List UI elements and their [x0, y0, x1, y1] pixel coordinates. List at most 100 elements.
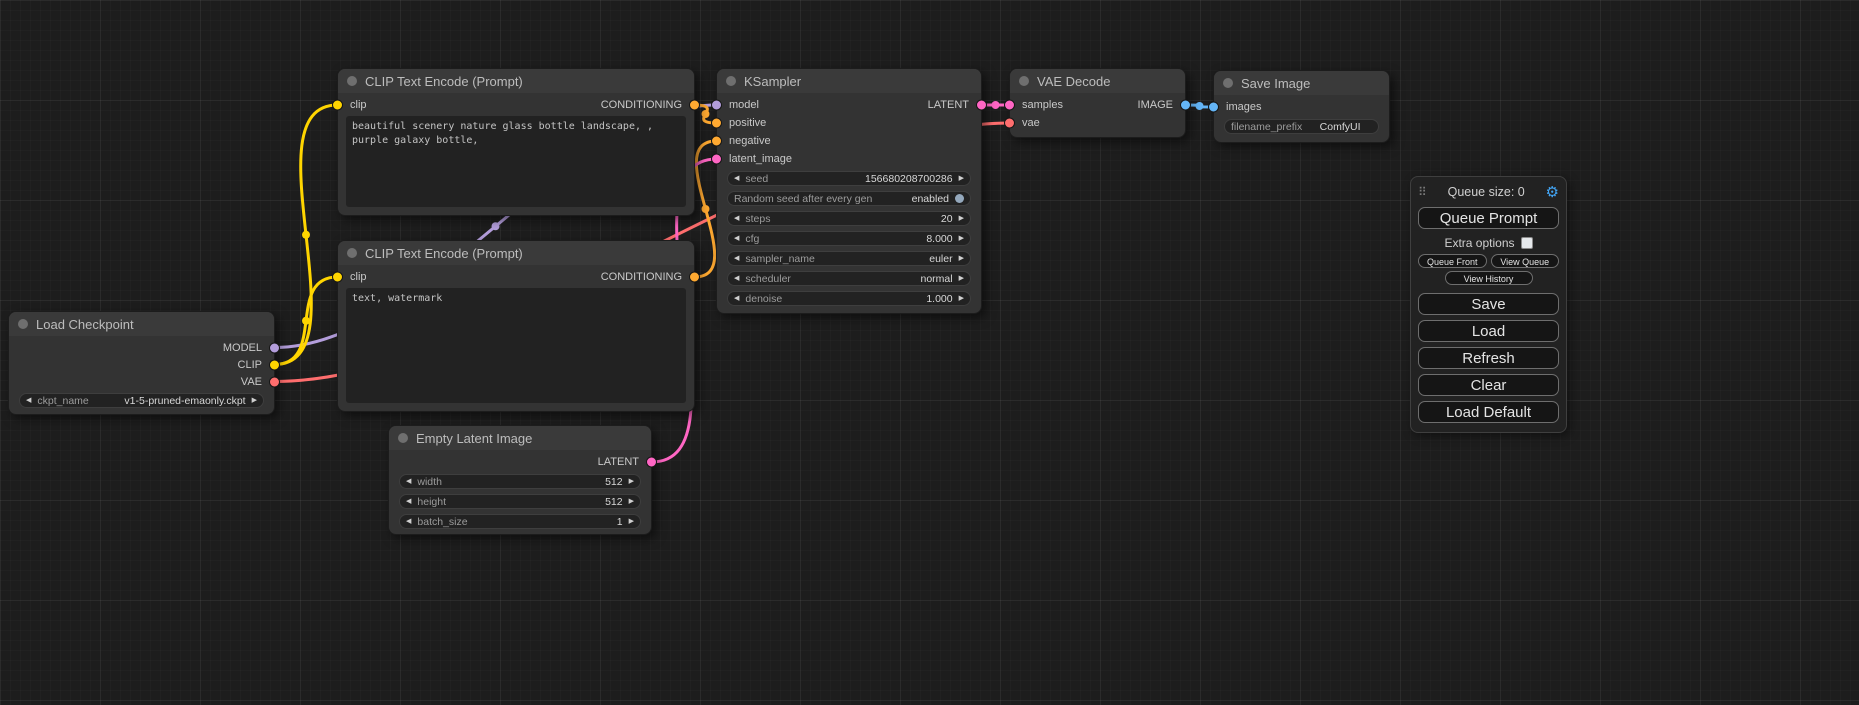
decrement-arrow-icon[interactable]: ◀ — [406, 518, 411, 525]
node-title-bar[interactable]: Empty Latent Image — [389, 426, 651, 450]
collapse-toggle-dot[interactable] — [1019, 76, 1029, 86]
clip-input-dot[interactable] — [332, 272, 343, 283]
decrement-arrow-icon[interactable]: ◀ — [406, 478, 411, 485]
node-load-checkpoint[interactable]: Load Checkpoint MODEL CLIP VAE ◀ ckpt_na… — [8, 311, 275, 415]
widget-filename-prefix[interactable]: filename_prefix ComfyUI — [1224, 119, 1379, 134]
vae-input-dot[interactable] — [1004, 118, 1015, 129]
node-title-bar[interactable]: VAE Decode — [1010, 69, 1185, 93]
positive-input-dot[interactable] — [711, 118, 722, 129]
increment-arrow-icon[interactable]: ▶ — [629, 518, 634, 525]
increment-arrow-icon[interactable]: ▶ — [629, 478, 634, 485]
model-output-dot[interactable] — [269, 342, 280, 353]
widget-batch-size[interactable]: ◀ batch_size 1 ▶ — [399, 514, 641, 529]
collapse-toggle-dot[interactable] — [347, 248, 357, 258]
node-graph-canvas[interactable]: Load Checkpoint MODEL CLIP VAE ◀ ckpt_na… — [0, 0, 1859, 705]
clip-output-dot[interactable] — [269, 359, 280, 370]
decrement-arrow-icon[interactable]: ◀ — [734, 255, 739, 262]
collapse-toggle-dot[interactable] — [1223, 78, 1233, 88]
decrement-arrow-icon[interactable]: ◀ — [734, 235, 739, 242]
decrement-arrow-icon[interactable]: ◀ — [734, 295, 739, 302]
widget-steps[interactable]: ◀ steps 20 ▶ — [727, 211, 971, 226]
node-title-bar[interactable]: CLIP Text Encode (Prompt) — [338, 69, 694, 93]
widget-label: seed — [745, 173, 768, 185]
node-clip-text-encode-negative[interactable]: CLIP Text Encode (Prompt) clip CONDITION… — [337, 240, 695, 412]
collapse-toggle-dot[interactable] — [398, 433, 408, 443]
node-vae-decode[interactable]: VAE Decode samples IMAGE vae — [1009, 68, 1186, 138]
collapse-toggle-dot[interactable] — [726, 76, 736, 86]
queue-front-button[interactable]: Queue Front — [1418, 254, 1487, 268]
widget-label: height — [417, 496, 446, 508]
conditioning-output-dot[interactable] — [689, 272, 700, 283]
node-title-bar[interactable]: KSampler — [717, 69, 981, 93]
samples-input-dot[interactable] — [1004, 100, 1015, 111]
increment-arrow-icon[interactable]: ▶ — [959, 255, 964, 262]
conditioning-output-dot[interactable] — [689, 100, 700, 111]
increment-arrow-icon[interactable]: ▶ — [959, 175, 964, 182]
view-history-button[interactable]: View History — [1445, 271, 1533, 285]
widget-label: batch_size — [417, 516, 467, 528]
widget-ckpt-name[interactable]: ◀ ckpt_name v1-5-pruned-emaonly.ckpt ▶ — [19, 393, 264, 408]
increment-arrow-icon[interactable]: ▶ — [959, 235, 964, 242]
load-button[interactable]: Load — [1418, 320, 1559, 342]
save-button[interactable]: Save — [1418, 293, 1559, 315]
refresh-button[interactable]: Refresh — [1418, 347, 1559, 369]
decrement-arrow-icon[interactable]: ◀ — [734, 175, 739, 182]
widget-denoise[interactable]: ◀ denoise 1.000 ▶ — [727, 291, 971, 306]
extra-options-label: Extra options — [1444, 236, 1514, 250]
extra-options-checkbox[interactable] — [1521, 237, 1533, 249]
queue-size-label: Queue size: 0 — [1427, 185, 1546, 199]
node-empty-latent-image[interactable]: Empty Latent Image LATENT ◀ width 512 ▶ … — [388, 425, 652, 535]
widget-height[interactable]: ◀ height 512 ▶ — [399, 494, 641, 509]
widget-value: enabled — [878, 193, 949, 205]
latent-output-dot[interactable] — [976, 100, 987, 111]
clear-button[interactable]: Clear — [1418, 374, 1559, 396]
widget-scheduler[interactable]: ◀ scheduler normal ▶ — [727, 271, 971, 286]
negative-input-dot[interactable] — [711, 136, 722, 147]
increment-arrow-icon[interactable]: ▶ — [959, 275, 964, 282]
queue-panel[interactable]: ⠿ Queue size: 0 ⚙ Queue Prompt Extra opt… — [1410, 176, 1567, 433]
model-input-dot[interactable] — [711, 100, 722, 111]
increment-arrow-icon[interactable]: ▶ — [629, 498, 634, 505]
image-output-dot[interactable] — [1180, 100, 1191, 111]
clip-input-dot[interactable] — [332, 100, 343, 111]
node-clip-text-encode-positive[interactable]: CLIP Text Encode (Prompt) clip CONDITION… — [337, 68, 695, 216]
widget-cfg[interactable]: ◀ cfg 8.000 ▶ — [727, 231, 971, 246]
load-default-button[interactable]: Load Default — [1418, 401, 1559, 423]
widget-label: steps — [745, 213, 770, 225]
node-title: CLIP Text Encode (Prompt) — [365, 246, 523, 261]
latent-image-input-dot[interactable] — [711, 154, 722, 165]
clip-input-label: clip — [350, 99, 367, 111]
increment-arrow-icon[interactable]: ▶ — [252, 397, 257, 404]
decrement-arrow-icon[interactable]: ◀ — [26, 397, 31, 404]
node-title-bar[interactable]: Save Image — [1214, 71, 1389, 95]
node-ksampler[interactable]: KSampler model LATENT positive negative … — [716, 68, 982, 314]
decrement-arrow-icon[interactable]: ◀ — [734, 215, 739, 222]
decrement-arrow-icon[interactable]: ◀ — [734, 275, 739, 282]
widget-seed[interactable]: ◀ seed 156680208700286 ▶ — [727, 171, 971, 186]
collapse-toggle-dot[interactable] — [18, 319, 28, 329]
increment-arrow-icon[interactable]: ▶ — [959, 295, 964, 302]
collapse-toggle-dot[interactable] — [347, 76, 357, 86]
widget-random-seed-toggle[interactable]: Random seed after every gen enabled — [727, 191, 971, 206]
widget-label: denoise — [745, 293, 782, 305]
images-input-dot[interactable] — [1208, 102, 1219, 113]
widget-value: 8.000 — [765, 233, 952, 245]
latent-output-dot[interactable] — [646, 457, 657, 468]
view-queue-button[interactable]: View Queue — [1491, 254, 1560, 268]
node-title-bar[interactable]: Load Checkpoint — [9, 312, 274, 336]
widget-width[interactable]: ◀ width 512 ▶ — [399, 474, 641, 489]
prompt-textarea[interactable]: text, watermark — [346, 288, 686, 403]
settings-gear-icon[interactable]: ⚙ — [1546, 185, 1559, 200]
vae-output-dot[interactable] — [269, 376, 280, 387]
prompt-textarea[interactable]: beautiful scenery nature glass bottle la… — [346, 116, 686, 207]
increment-arrow-icon[interactable]: ▶ — [959, 215, 964, 222]
queue-prompt-button[interactable]: Queue Prompt — [1418, 207, 1559, 229]
decrement-arrow-icon[interactable]: ◀ — [406, 498, 411, 505]
widget-sampler-name[interactable]: ◀ sampler_name euler ▶ — [727, 251, 971, 266]
node-title-bar[interactable]: CLIP Text Encode (Prompt) — [338, 241, 694, 265]
node-title: CLIP Text Encode (Prompt) — [365, 74, 523, 89]
node-save-image[interactable]: Save Image images filename_prefix ComfyU… — [1213, 70, 1390, 143]
widget-value: 1.000 — [788, 293, 952, 305]
toggle-knob[interactable] — [955, 194, 964, 203]
drag-handle-icon[interactable]: ⠿ — [1418, 185, 1427, 199]
